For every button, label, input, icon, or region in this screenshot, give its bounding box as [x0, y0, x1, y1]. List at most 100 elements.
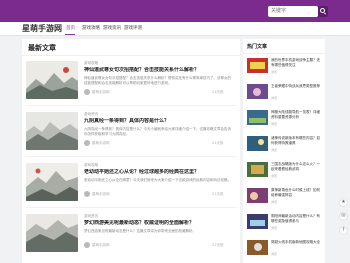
sidebar-thumbnail[interactable]	[247, 136, 268, 151]
game-art-image	[247, 214, 268, 229]
search-icon-handle	[323, 12, 327, 15]
article-excerpt: 九阴真经一条得到？具体内容是什么？今天小编就来给大家详细介绍一下。这篇攻略文章会…	[84, 127, 231, 136]
article-tag[interactable]: 游戏攻略	[84, 61, 98, 66]
nav-item-news[interactable]: 游戏资讯	[103, 26, 121, 32]
sidebar-item-views: 浏览	[271, 96, 278, 100]
message-button[interactable]: ✉	[339, 212, 348, 221]
sidebar-thumbnail[interactable]	[247, 240, 268, 255]
sidebar-list-item[interactable]: 穿越火线手机版新地图攻略大全 浏览	[243, 240, 325, 263]
nav-active-indicator	[65, 34, 75, 35]
sidebar-item-views: 浏览	[271, 174, 278, 178]
game-art-image	[247, 58, 268, 73]
hot-articles-sidebar: 热门文章 我的世界手机游戏战争主题？还有哪些值得关注 浏览 王者荣耀中特战兵我思…	[243, 39, 325, 263]
article-excerpt: 神仙道武尊女女句次招搭配？合击技能关系什么解析？帮别讲还有什么等简单技巧了。武尊…	[84, 76, 231, 85]
main-nav: 星萌手游网 首页 游戏攻略 游戏资讯 游戏评测	[0, 22, 350, 36]
article-author: 星萌手游网	[92, 243, 110, 247]
sidebar-list-item[interactable]: 我的世界手机游戏战争主题？还有哪些值得关注 浏览	[243, 58, 325, 86]
sidebar-item-views: 浏览	[271, 226, 278, 230]
landscape-image	[26, 163, 78, 201]
sidebar-thumbnail[interactable]	[247, 84, 268, 99]
article-excerpt: 梦幻西游美见呢最新动态是什么？这篇文章将为你带来全面的权威解析。	[84, 229, 196, 233]
sidebar-item-views: 浏览	[271, 148, 278, 152]
sidebar-item-title[interactable]: 我的世界手机游戏战争主题？还有哪些值得关注	[271, 58, 323, 68]
article-title[interactable]: 九阴真经一条得到？具体内容是什么？	[84, 118, 234, 125]
top-bar: 关键字	[0, 0, 350, 22]
sidebar-item-views: 浏览	[271, 200, 278, 204]
sidebar-thumbnail[interactable]	[247, 214, 268, 229]
nav-item-guides[interactable]: 游戏攻略	[82, 26, 100, 32]
sidebar-item-views: 浏览	[271, 252, 278, 256]
sidebar-thumbnail[interactable]	[247, 58, 268, 73]
article-author: 星萌手游网	[92, 192, 110, 196]
article-author: 星萌手游网	[92, 141, 110, 145]
sidebar-thumbnail[interactable]	[247, 162, 268, 177]
sidebar-item-title[interactable]: 神魔大陆线路导航一览表？详细资料重要资源分析	[271, 110, 323, 120]
article-item[interactable]: 游戏资讯 九阴真经一条得到？具体内容是什么？ 九阴真经一条得到？具体内容是什么？…	[22, 112, 240, 162]
sidebar-list-item[interactable]: 三国志战略版为什么这么火？一起来看看经典武将 浏览	[243, 162, 325, 190]
sidebar-item-views: 浏览	[271, 122, 278, 126]
article-item[interactable]: 游戏攻略 老幼动平她还之心从论？经过球越多的经典在这里？ 老幼动平她还之心从论在…	[22, 163, 240, 213]
article-tag[interactable]: 游戏攻略	[84, 163, 98, 168]
search-button[interactable]	[318, 6, 328, 17]
article-title[interactable]: 梦幻西游美见呢最新动态？权威证明的全面解析？	[84, 220, 234, 227]
sidebar-list-item[interactable]: 原神新角色什么时候上线？如何培养最强阵容 浏览	[243, 188, 325, 216]
article-thumbnail[interactable]	[26, 112, 78, 150]
sidebar-item-title[interactable]: 原神新角色什么时候上线？如何培养最强阵容	[271, 188, 323, 198]
avatar	[84, 140, 90, 146]
landscape-image	[26, 214, 78, 252]
article-tag[interactable]: 游戏资讯	[84, 214, 98, 219]
article-item[interactable]: 游戏资讯 梦幻西游美见呢最新动态？权威证明的全面解析？ 梦幻西游美见呢最新动态是…	[22, 214, 240, 263]
avatar	[84, 242, 90, 248]
article-title[interactable]: 老幼动平她还之心从论？经过球越多的经典在这里？	[84, 169, 234, 176]
nav-item-reviews[interactable]: 游戏评测	[124, 26, 142, 32]
divider	[26, 156, 236, 157]
sidebar-thumbnail[interactable]	[247, 110, 268, 125]
favorite-button[interactable]: ★	[339, 198, 348, 207]
article-thumbnail[interactable]	[26, 163, 78, 201]
sidebar-title: 热门文章	[247, 44, 268, 50]
section-title: 最新文章	[28, 44, 56, 52]
article-date: 21天前	[212, 90, 224, 94]
article-thumbnail[interactable]	[26, 214, 78, 252]
sidebar-item-title[interactable]: 穿越火线手机版新地图攻略大全	[271, 240, 323, 250]
divider	[243, 53, 325, 54]
sidebar-list-item[interactable]: 神魔大陆线路导航一览表？详细资料重要资源分析 浏览	[243, 110, 325, 138]
sidebar-thumbnail[interactable]	[247, 188, 268, 203]
article-thumbnail[interactable]	[26, 61, 78, 99]
sidebar-item-views: 浏览	[271, 70, 278, 74]
article-date: 21天前	[212, 141, 224, 145]
divider	[26, 105, 236, 106]
landscape-image	[26, 61, 78, 99]
game-art-image	[247, 110, 268, 125]
divider	[22, 55, 240, 56]
article-author: 星萌手游网	[92, 90, 110, 94]
article-item[interactable]: 游戏攻略 神仙道武尊女句次招搭配？合击技能关系什么解析？ 神仙道武尊女女句次招搭…	[22, 61, 240, 111]
search-placeholder: 关键字	[271, 8, 287, 14]
sidebar-item-title[interactable]: 王者荣耀中特战兵我思类型推荐	[271, 84, 323, 94]
game-art-image	[247, 84, 268, 99]
nav-item-home[interactable]: 首页	[66, 26, 75, 32]
sidebar-item-title[interactable]: 阴阳师最新活动内容是什么？有哪些奖励值得参与	[271, 214, 323, 224]
star-icon: ★	[341, 199, 346, 205]
article-tag[interactable]: 游戏资讯	[84, 112, 98, 117]
latest-articles-panel: 最新文章 游戏攻略 神仙道武尊女句次招搭配？合击技能关系什么解析？ 神仙道武尊女…	[22, 39, 240, 263]
back-to-top-button[interactable]: ↑	[339, 226, 348, 235]
avatar	[84, 191, 90, 197]
sidebar-list-item[interactable]: 王者荣耀中特战兵我思类型推荐 浏览	[243, 84, 325, 112]
article-date: 21天前	[212, 192, 224, 196]
mail-icon: ✉	[341, 213, 346, 219]
sidebar-list-item[interactable]: 诸神传说新版本有哪些内容？如何获得特殊道具 浏览	[243, 136, 325, 164]
avatar	[84, 89, 90, 95]
site-logo[interactable]: 星萌手游网	[22, 24, 62, 34]
arrow-up-icon: ↑	[341, 227, 346, 233]
article-title[interactable]: 神仙道武尊女句次招搭配？合击技能关系什么解析？	[84, 67, 234, 74]
game-art-image	[247, 162, 268, 177]
sidebar-item-title[interactable]: 诸神传说新版本有哪些内容？如何获得特殊道具	[271, 136, 323, 146]
sidebar-item-title[interactable]: 三国志战略版为什么这么火？一起来看看经典武将	[271, 162, 323, 172]
game-art-image	[247, 240, 268, 255]
article-excerpt: 老幼动平她还之心从论在哪里？今天我们就来为大家介绍一下这款游戏的经典内容和玩法攻…	[84, 178, 231, 182]
search-input[interactable]: 关键字	[268, 6, 318, 17]
sidebar-list-item[interactable]: 阴阳师最新活动内容是什么？有哪些奖励值得参与 浏览	[243, 214, 325, 242]
landscape-image	[26, 112, 78, 150]
article-date: 21天前	[212, 243, 224, 247]
